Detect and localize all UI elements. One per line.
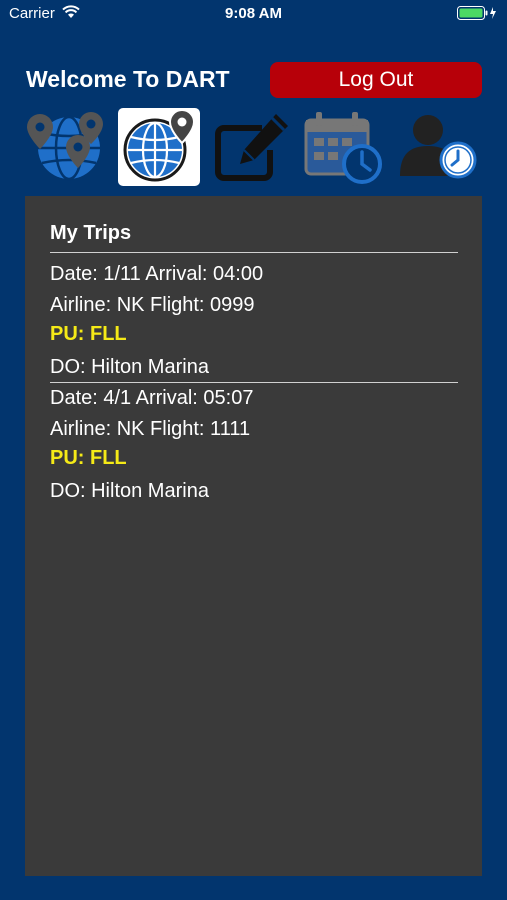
globe-pin-icon[interactable] <box>118 108 200 186</box>
clock-time: 9:08 AM <box>225 5 282 22</box>
divider <box>50 252 458 253</box>
trip-1-date: Date: 1/11 Arrival: 04:00 <box>50 263 264 285</box>
trip-1-flight: Airline: NK Flight: 0999 <box>50 294 255 316</box>
trip-2-flight: Airline: NK Flight: 1111 <box>50 418 251 440</box>
trips-panel: My Trips Date: 1/11 Arrival: 04:00 Airli… <box>25 196 482 876</box>
user-clock-icon[interactable] <box>396 108 478 186</box>
map-pins-icon[interactable] <box>24 108 106 186</box>
nav-icon-row <box>0 108 507 186</box>
edit-icon[interactable] <box>212 108 294 186</box>
page-title: Welcome To DART <box>26 66 230 92</box>
trip-2-pickup: PU: FLL <box>50 447 127 469</box>
trip-1-pickup: PU: FLL <box>50 323 127 345</box>
status-bar: Carrier 9:08 AM <box>0 0 507 28</box>
divider <box>50 382 458 383</box>
trips-heading: My Trips <box>50 222 132 244</box>
battery-icon <box>457 6 497 24</box>
logout-button[interactable]: Log Out <box>270 62 482 98</box>
trip-2-dropoff: DO: Hilton Marina <box>50 480 209 502</box>
calendar-clock-icon[interactable] <box>302 108 384 186</box>
trip-2-date: Date: 4/1 Arrival: 05:07 <box>50 387 254 409</box>
trip-1-dropoff: DO: Hilton Marina <box>50 356 209 378</box>
